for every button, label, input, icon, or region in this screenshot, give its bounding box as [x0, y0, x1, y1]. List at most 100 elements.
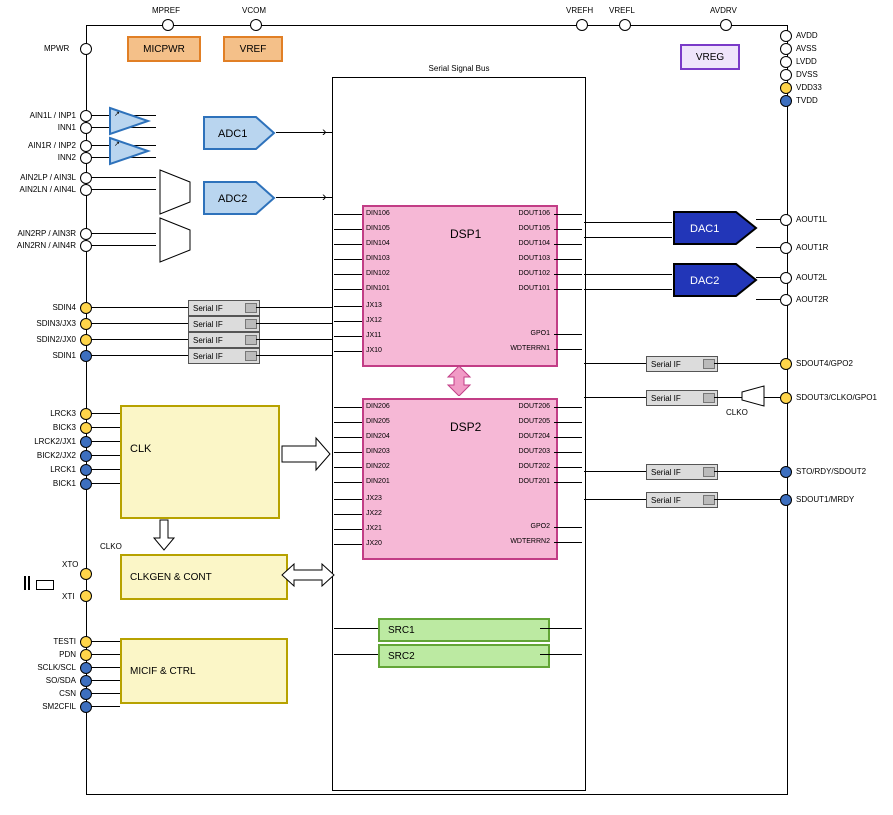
pin-aout-3 [780, 294, 792, 306]
dsp-dsp.jx1-3: JX10 [366, 347, 382, 354]
pin-mpref [162, 19, 174, 31]
pin-ctrl-3 [80, 675, 92, 687]
pin-clk-2 [80, 436, 92, 448]
wire-dsp.jx1-0 [334, 306, 362, 307]
pin-ain-0 [80, 110, 92, 122]
wire-dac2b [584, 289, 672, 290]
pin-ctrl-5 [80, 701, 92, 713]
src1-label: SRC1 [388, 625, 415, 636]
wire-sdin-bus-0 [256, 307, 332, 308]
wire-sdout-3 [714, 499, 780, 500]
serialif-in-2: Serial IF [188, 332, 260, 348]
pin-dvss [780, 69, 792, 81]
dsp-dsp.dout1-4: DOUT102 [506, 270, 550, 277]
wire-ctrl-4 [92, 693, 120, 694]
pin-sdout-0 [780, 358, 792, 370]
dsp-dsp.jx1-2: JX11 [366, 332, 381, 339]
wire-dsp.din1-5 [334, 289, 362, 290]
pin-clk-5 [80, 478, 92, 490]
wire-ain-7 [92, 245, 156, 246]
label-sdin-0: SDIN4 [22, 303, 76, 312]
wire-dsp.din1-2 [334, 244, 362, 245]
pin-ain-6 [80, 228, 92, 240]
clko-demux-icon [740, 384, 766, 408]
dsp-dsp.din1-4: DIN102 [366, 270, 390, 277]
label-tvdd: TVDD [796, 96, 818, 105]
pin-vdd33 [780, 82, 792, 94]
pin-ain-1 [80, 122, 92, 134]
label-sdin-1: SDIN3/JX3 [22, 319, 76, 328]
serialif-in-3: Serial IF [188, 348, 260, 364]
dsp-dsp.din2-4: DIN202 [366, 463, 390, 470]
pin-clk-0 [80, 408, 92, 420]
label-sdout-3: SDOUT1/MRDY [796, 495, 854, 504]
label-clk-1: BICK3 [22, 423, 76, 432]
micpwr-label: MICPWR [143, 44, 185, 55]
wire-dsp.dout1-3 [554, 259, 582, 260]
pin-avdrv [720, 19, 732, 31]
pin-mpwr [80, 43, 92, 55]
wire-dsp.dout2-3 [554, 452, 582, 453]
wire-dsp.dout1-1 [554, 229, 582, 230]
vref-label: VREF [240, 44, 267, 55]
pin-tvdd [780, 95, 792, 107]
dsp-dsp.jx1-1: JX12 [366, 317, 382, 324]
label-clk-4: LRCK1 [22, 465, 76, 474]
pin-xti [80, 590, 92, 602]
wire-dsp.din2-2 [334, 437, 362, 438]
wire-dsp.din1-3 [334, 259, 362, 260]
wire-dsp.din2-5 [334, 482, 362, 483]
label-ain-5: AIN2LN / AIN4L [10, 185, 76, 194]
wire-clk-4 [92, 469, 120, 470]
block-src1: SRC1 [378, 618, 550, 642]
pin-sdout-2 [780, 466, 792, 478]
dsp-dsp.din1-0: DIN106 [366, 210, 390, 217]
clk-down-arrow-icon [152, 518, 176, 552]
pin-sdin-3 [80, 350, 92, 362]
src2-label: SRC2 [388, 651, 415, 662]
wire-dsp.din1-0 [334, 214, 362, 215]
wire-ctrl-1 [92, 654, 120, 655]
wire-sdin-bus-1 [256, 323, 332, 324]
wire-aout-2 [756, 277, 780, 278]
wire-clk-0 [92, 413, 120, 414]
pin-sdout-1 [780, 392, 792, 404]
pga1-icon: ↗ [108, 106, 152, 136]
wire-dsp.din2-0 [334, 407, 362, 408]
label-clk-5: BICK1 [22, 479, 76, 488]
pin-ctrl-4 [80, 688, 92, 700]
wire-dsp.dout1-5 [554, 289, 582, 290]
wire-ctrl-0 [92, 641, 120, 642]
clkgen-label: CLKGEN & CONT [130, 572, 212, 583]
label-sdout-0: SDOUT4/GPO2 [796, 359, 853, 368]
label-ain-7: AIN2RN / AIN4R [10, 241, 76, 250]
wire-dsp.jx2-1 [334, 514, 362, 515]
wire-dsp.extra1-1 [554, 349, 582, 350]
wire-sdout-bus-3 [584, 499, 646, 500]
wire-dac2a [584, 274, 672, 275]
cap2-icon [24, 576, 26, 590]
wire-ctrl-2 [92, 667, 120, 668]
label-ctrl-3: SO/SDA [22, 676, 76, 685]
wire-clk-2 [92, 441, 120, 442]
wire-sdin-bus-3 [256, 355, 332, 356]
wire-dsp.dout2-4 [554, 467, 582, 468]
mux1-icon [158, 168, 192, 216]
block-adc1: ADC1 [202, 115, 276, 151]
wire-ctrl-5 [92, 706, 120, 707]
pin-ain-2 [80, 140, 92, 152]
dsp-dsp.jx1-0: JX13 [366, 302, 382, 309]
dsp-dsp.din1-2: DIN104 [366, 240, 390, 247]
wire-dsp.din1-4 [334, 274, 362, 275]
serialif-out-3: Serial IF [646, 492, 718, 508]
cap1-icon [28, 576, 30, 590]
dsp-dsp.din2-0: DIN206 [366, 403, 390, 410]
wire-dsp.jx2-3 [334, 544, 362, 545]
pin-ain-7 [80, 240, 92, 252]
dsp-dsp.dout1-0: DOUT106 [506, 210, 550, 217]
pin-sdin-0 [80, 302, 92, 314]
label-ctrl-4: CSN [22, 689, 76, 698]
pin-sdin-1 [80, 318, 92, 330]
pin-ain-5 [80, 184, 92, 196]
block-clk: CLK [120, 405, 280, 519]
